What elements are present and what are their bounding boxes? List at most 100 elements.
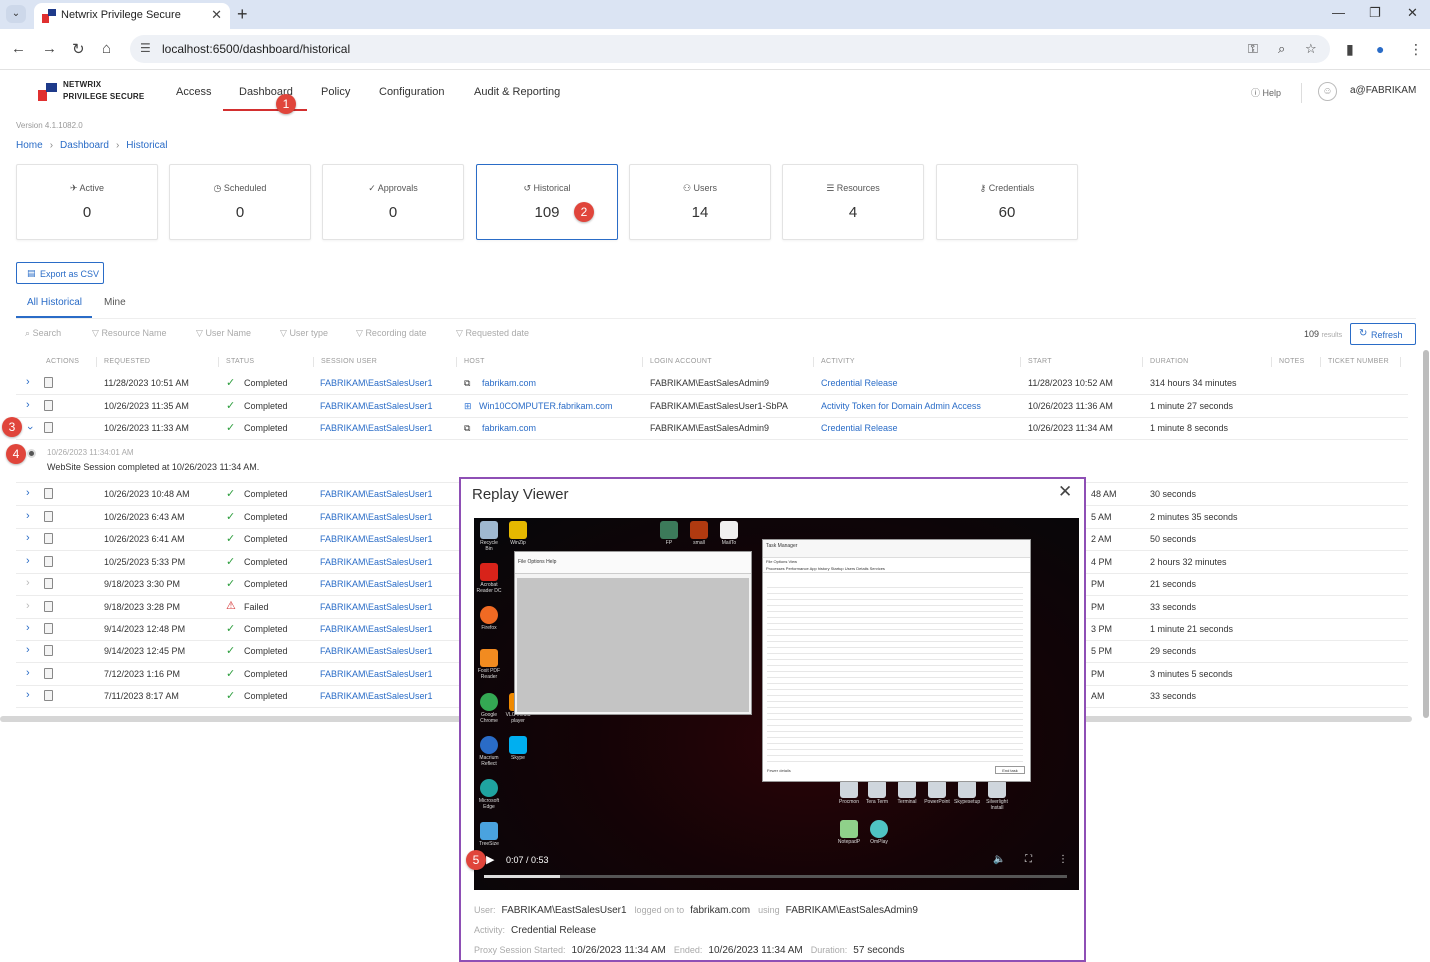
expand-row-icon[interactable]: › — [26, 510, 30, 522]
col-status[interactable]: STATUS — [226, 358, 254, 365]
nav-audit-reporting[interactable]: Audit & Reporting — [474, 86, 560, 98]
filter-recording-date[interactable]: ▽ Recording date — [356, 328, 426, 339]
desktop-icon[interactable]: Skypesetup — [954, 780, 980, 805]
avatar[interactable]: ☺ — [1318, 82, 1337, 101]
bookmark-star-icon[interactable]: ☆ — [1305, 41, 1317, 57]
desktop-icon[interactable]: Skype — [505, 736, 531, 761]
cell-activity[interactable]: Credential Release — [821, 378, 898, 388]
desktop-icon[interactable]: WinZip — [505, 521, 531, 546]
table-row[interactable]: › 10/26/2023 11:35 AM ✓ Completed FABRIK… — [16, 396, 1408, 418]
filter-user-type[interactable]: ▽ User type — [280, 328, 328, 339]
document-icon[interactable] — [44, 422, 53, 433]
desktop-icon[interactable]: Microsoft Edge — [476, 779, 502, 810]
document-icon[interactable] — [44, 645, 53, 656]
desktop-icon[interactable]: Silverlight Install — [984, 780, 1010, 811]
breadcrumb-home[interactable]: Home — [16, 140, 43, 151]
card-resources[interactable]: ☰ Resources 4 — [782, 164, 924, 240]
expand-row-icon[interactable]: › — [26, 399, 30, 411]
site-info-icon[interactable]: ☰ — [140, 41, 151, 55]
desktop-icon[interactable]: Acrobat Reader DC — [476, 563, 502, 594]
export-csv-button[interactable]: ▤ Export as CSV — [16, 262, 104, 284]
close-icon[interactable]: ✕ — [1058, 482, 1072, 502]
volume-icon[interactable]: 🔈 — [993, 854, 1005, 865]
table-row[interactable]: › 10/26/2023 11:33 AM ✓ Completed FABRIK… — [16, 418, 1408, 440]
breadcrumb-historical[interactable]: Historical — [126, 140, 167, 151]
desktop-icon[interactable]: MailTo — [716, 521, 742, 546]
tab-all-historical[interactable]: All Historical — [27, 297, 82, 308]
play-event-icon[interactable] — [27, 449, 36, 458]
browser-tab[interactable]: Netwrix Privilege Secure ✕ — [34, 3, 230, 29]
play-icon[interactable]: ▶ — [486, 853, 494, 866]
tab-close-icon[interactable]: ✕ — [211, 7, 222, 23]
cell-activity[interactable]: Credential Release — [821, 423, 898, 433]
cell-activity[interactable]: Activity Token for Domain Admin Access — [821, 401, 981, 411]
tab-mine[interactable]: Mine — [104, 297, 126, 308]
filter-user-name[interactable]: ▽ User Name — [196, 328, 251, 339]
browser-menu-icon[interactable]: ⋮ — [1409, 41, 1423, 58]
cell-session-user[interactable]: FABRIKAM\EastSalesUser1 — [320, 378, 433, 388]
col-notes[interactable]: NOTES — [1279, 358, 1305, 365]
card-approvals[interactable]: ✓ Approvals 0 — [322, 164, 464, 240]
document-icon[interactable] — [44, 601, 53, 612]
document-icon[interactable] — [44, 578, 53, 589]
col-requested[interactable]: REQUESTED — [104, 358, 150, 365]
desktop-icon[interactable]: Firefox — [476, 606, 502, 631]
expand-row-icon[interactable]: › — [26, 622, 30, 634]
minimize-icon[interactable]: — — [1332, 5, 1345, 20]
expand-row-icon[interactable]: › — [26, 532, 30, 544]
document-icon[interactable] — [44, 533, 53, 544]
col-start[interactable]: START — [1028, 358, 1052, 365]
cell-session-user[interactable]: FABRIKAM\EastSalesUser1 — [320, 624, 433, 634]
col-login-account[interactable]: LOGIN ACCOUNT — [650, 358, 712, 365]
desktop-icon[interactable]: Macrium Reflect — [476, 736, 502, 767]
col-activity[interactable]: ACTIVITY — [821, 358, 855, 365]
video-progress-bar[interactable] — [484, 875, 1067, 878]
desktop-icon[interactable]: small — [686, 521, 712, 546]
filter-resource-name[interactable]: ▽ Resource Name — [92, 328, 166, 339]
card-credentials[interactable]: ⚷ Credentials 60 — [936, 164, 1078, 240]
url-field[interactable]: ☰ localhost:6500/dashboard/historical ⚿ … — [130, 35, 1330, 63]
breadcrumb-dashboard[interactable]: Dashboard — [60, 140, 109, 151]
desktop-icon[interactable]: Procmon — [836, 780, 862, 805]
expand-row-icon[interactable]: › — [26, 644, 30, 656]
cell-session-user[interactable]: FABRIKAM\EastSalesUser1 — [320, 512, 433, 522]
desktop-icon[interactable]: OmPlay — [866, 820, 892, 845]
nav-configuration[interactable]: Configuration — [379, 86, 444, 98]
collapse-row-icon[interactable]: › — [24, 426, 36, 430]
fullscreen-icon[interactable]: ⛶ — [1025, 854, 1032, 865]
cell-session-user[interactable]: FABRIKAM\EastSalesUser1 — [320, 489, 433, 499]
col-host[interactable]: HOST — [464, 358, 485, 365]
reload-icon[interactable]: ↻ — [72, 40, 85, 58]
nav-access[interactable]: Access — [176, 86, 211, 98]
document-icon[interactable] — [44, 511, 53, 522]
zoom-icon[interactable]: ⌕ — [1278, 41, 1285, 57]
back-icon[interactable]: ← — [11, 40, 26, 57]
col-ticket-number[interactable]: TICKET NUMBER — [1328, 358, 1389, 365]
document-icon[interactable] — [44, 556, 53, 567]
cell-session-user[interactable]: FABRIKAM\EastSalesUser1 — [320, 557, 433, 567]
desktop-icon[interactable]: NotepadP — [836, 820, 862, 845]
password-key-icon[interactable]: ⚿ — [1248, 41, 1258, 57]
help-link[interactable]: ⓘ Help — [1251, 86, 1281, 99]
desktop-icon[interactable]: Tera Term — [864, 780, 890, 805]
cell-session-user[interactable]: FABRIKAM\EastSalesUser1 — [320, 579, 433, 589]
cell-session-user[interactable]: FABRIKAM\EastSalesUser1 — [320, 602, 433, 612]
desktop-icon[interactable]: TreeSize — [476, 822, 502, 847]
cell-host[interactable]: fabrikam.com — [482, 423, 536, 433]
card-users[interactable]: ⚇ Users 14 — [629, 164, 771, 240]
close-window-icon[interactable]: ✕ — [1407, 5, 1418, 21]
home-icon[interactable]: ⌂ — [102, 40, 111, 57]
table-row[interactable]: › 11/28/2023 10:51 AM ✓ Completed FABRIK… — [16, 373, 1408, 395]
expand-row-icon[interactable]: › — [26, 487, 30, 499]
expand-row-icon[interactable]: › — [26, 555, 30, 567]
new-tab-icon[interactable]: + — [237, 4, 248, 25]
document-icon[interactable] — [44, 488, 53, 499]
card-active[interactable]: ✈ Active 0 — [16, 164, 158, 240]
desktop-icon[interactable]: Terminal — [894, 780, 920, 805]
desktop-icon[interactable]: Foxit PDF Reader — [476, 649, 502, 680]
search-input[interactable]: ⌕ Search — [25, 328, 61, 339]
document-icon[interactable] — [44, 690, 53, 701]
expand-row-icon[interactable]: › — [26, 667, 30, 679]
nav-policy[interactable]: Policy — [321, 86, 350, 98]
session-video[interactable]: Recycle Bin WinZip Acrobat Reader DC Fir… — [474, 518, 1079, 890]
